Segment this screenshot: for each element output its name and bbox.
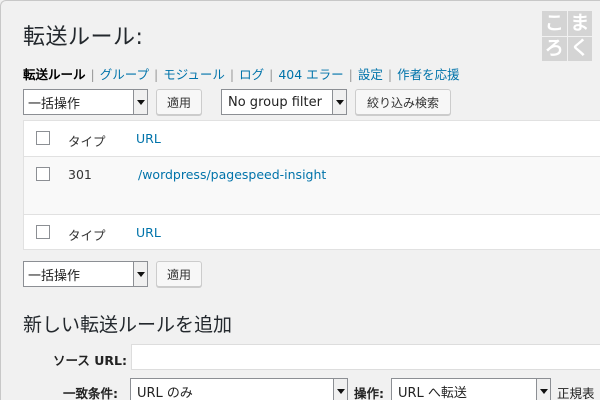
regex-label: 正規表 [557,386,595,400]
apply-button-top[interactable]: 適用 [156,89,202,115]
chevron-down-icon [333,379,347,400]
bulk-action-value: 一括操作 [28,268,81,284]
action-select[interactable]: URL へ転送 [391,378,551,400]
logo-char: こ [542,11,567,36]
table-row: 301 /wordpress/pagespeed-insight [24,157,600,215]
nav-item-groups[interactable]: グループ [100,67,149,82]
column-footer-url[interactable]: URL [136,225,161,240]
redirects-table: タイプ URL 301 /wordpress/pagespeed-insight… [23,120,600,250]
logo-char: く [567,36,592,61]
chevron-down-icon [133,90,147,114]
group-filter-select[interactable]: No group filter [221,89,347,115]
source-url-input[interactable] [131,344,600,370]
page-title: 転送ルール: [23,25,144,50]
logo-char: ま [567,11,592,36]
admin-page: 転送ルール: こ ま ろ く 転送ルール | グループ | モジュール | ログ | 404 エ… [0,0,600,400]
subsubsub-nav: 転送ルール | グループ | モジュール | ログ | 404 エラー | 設定 | 作者を応援 [23,64,460,83]
match-value: URL のみ [137,385,193,400]
source-url-label: ソース URL: [53,353,127,368]
nav-separator: | [387,67,393,82]
bulk-action-select-bottom[interactable]: 一括操作 [23,261,148,287]
column-header-type[interactable]: タイプ [68,131,106,150]
table-header: タイプ URL [24,121,600,157]
nav-separator: | [154,67,159,82]
nav-separator: | [269,67,274,82]
action-label: 操作: [354,386,384,400]
nav-separator: | [348,67,353,82]
column-footer-type[interactable]: タイプ [68,225,106,244]
chevron-down-icon [133,262,147,286]
group-filter-value: No group filter [228,94,322,110]
nav-item-log[interactable]: ログ [239,67,264,82]
nav-item-modules[interactable]: モジュール [163,67,225,82]
apply-button-bottom[interactable]: 適用 [156,261,202,287]
row-checkbox[interactable] [36,167,50,181]
table-footer: タイプ URL [24,215,600,251]
nav-item-settings[interactable]: 設定 [358,67,383,82]
nav-separator: | [229,67,235,82]
chevron-down-icon [332,90,346,114]
action-value: URL へ転送 [398,385,467,400]
nav-separator: | [90,67,95,82]
match-label: 一致条件: [63,386,118,400]
filter-button[interactable]: 絞り込み検索 [355,89,451,115]
column-header-url[interactable]: URL [136,131,161,146]
bulk-action-select-top[interactable]: 一括操作 [23,89,148,115]
site-logo: こ ま ろ く [542,11,592,61]
chevron-down-icon [536,379,550,400]
match-select[interactable]: URL のみ [130,378,348,400]
bulk-action-value: 一括操作 [28,96,81,112]
nav-item-redirects[interactable]: 転送ルール [23,67,86,82]
select-all-checkbox-footer[interactable] [36,225,50,239]
row-type: 301 [68,167,92,182]
nav-item-support[interactable]: 作者を応援 [397,67,460,82]
nav-item-404-errors[interactable]: 404 エラー [278,67,343,82]
select-all-checkbox[interactable] [36,131,50,145]
row-url-link[interactable]: /wordpress/pagespeed-insight [138,167,326,182]
add-rule-heading: 新しい転送ルールを追加 [23,314,233,336]
logo-char: ろ [542,36,567,61]
